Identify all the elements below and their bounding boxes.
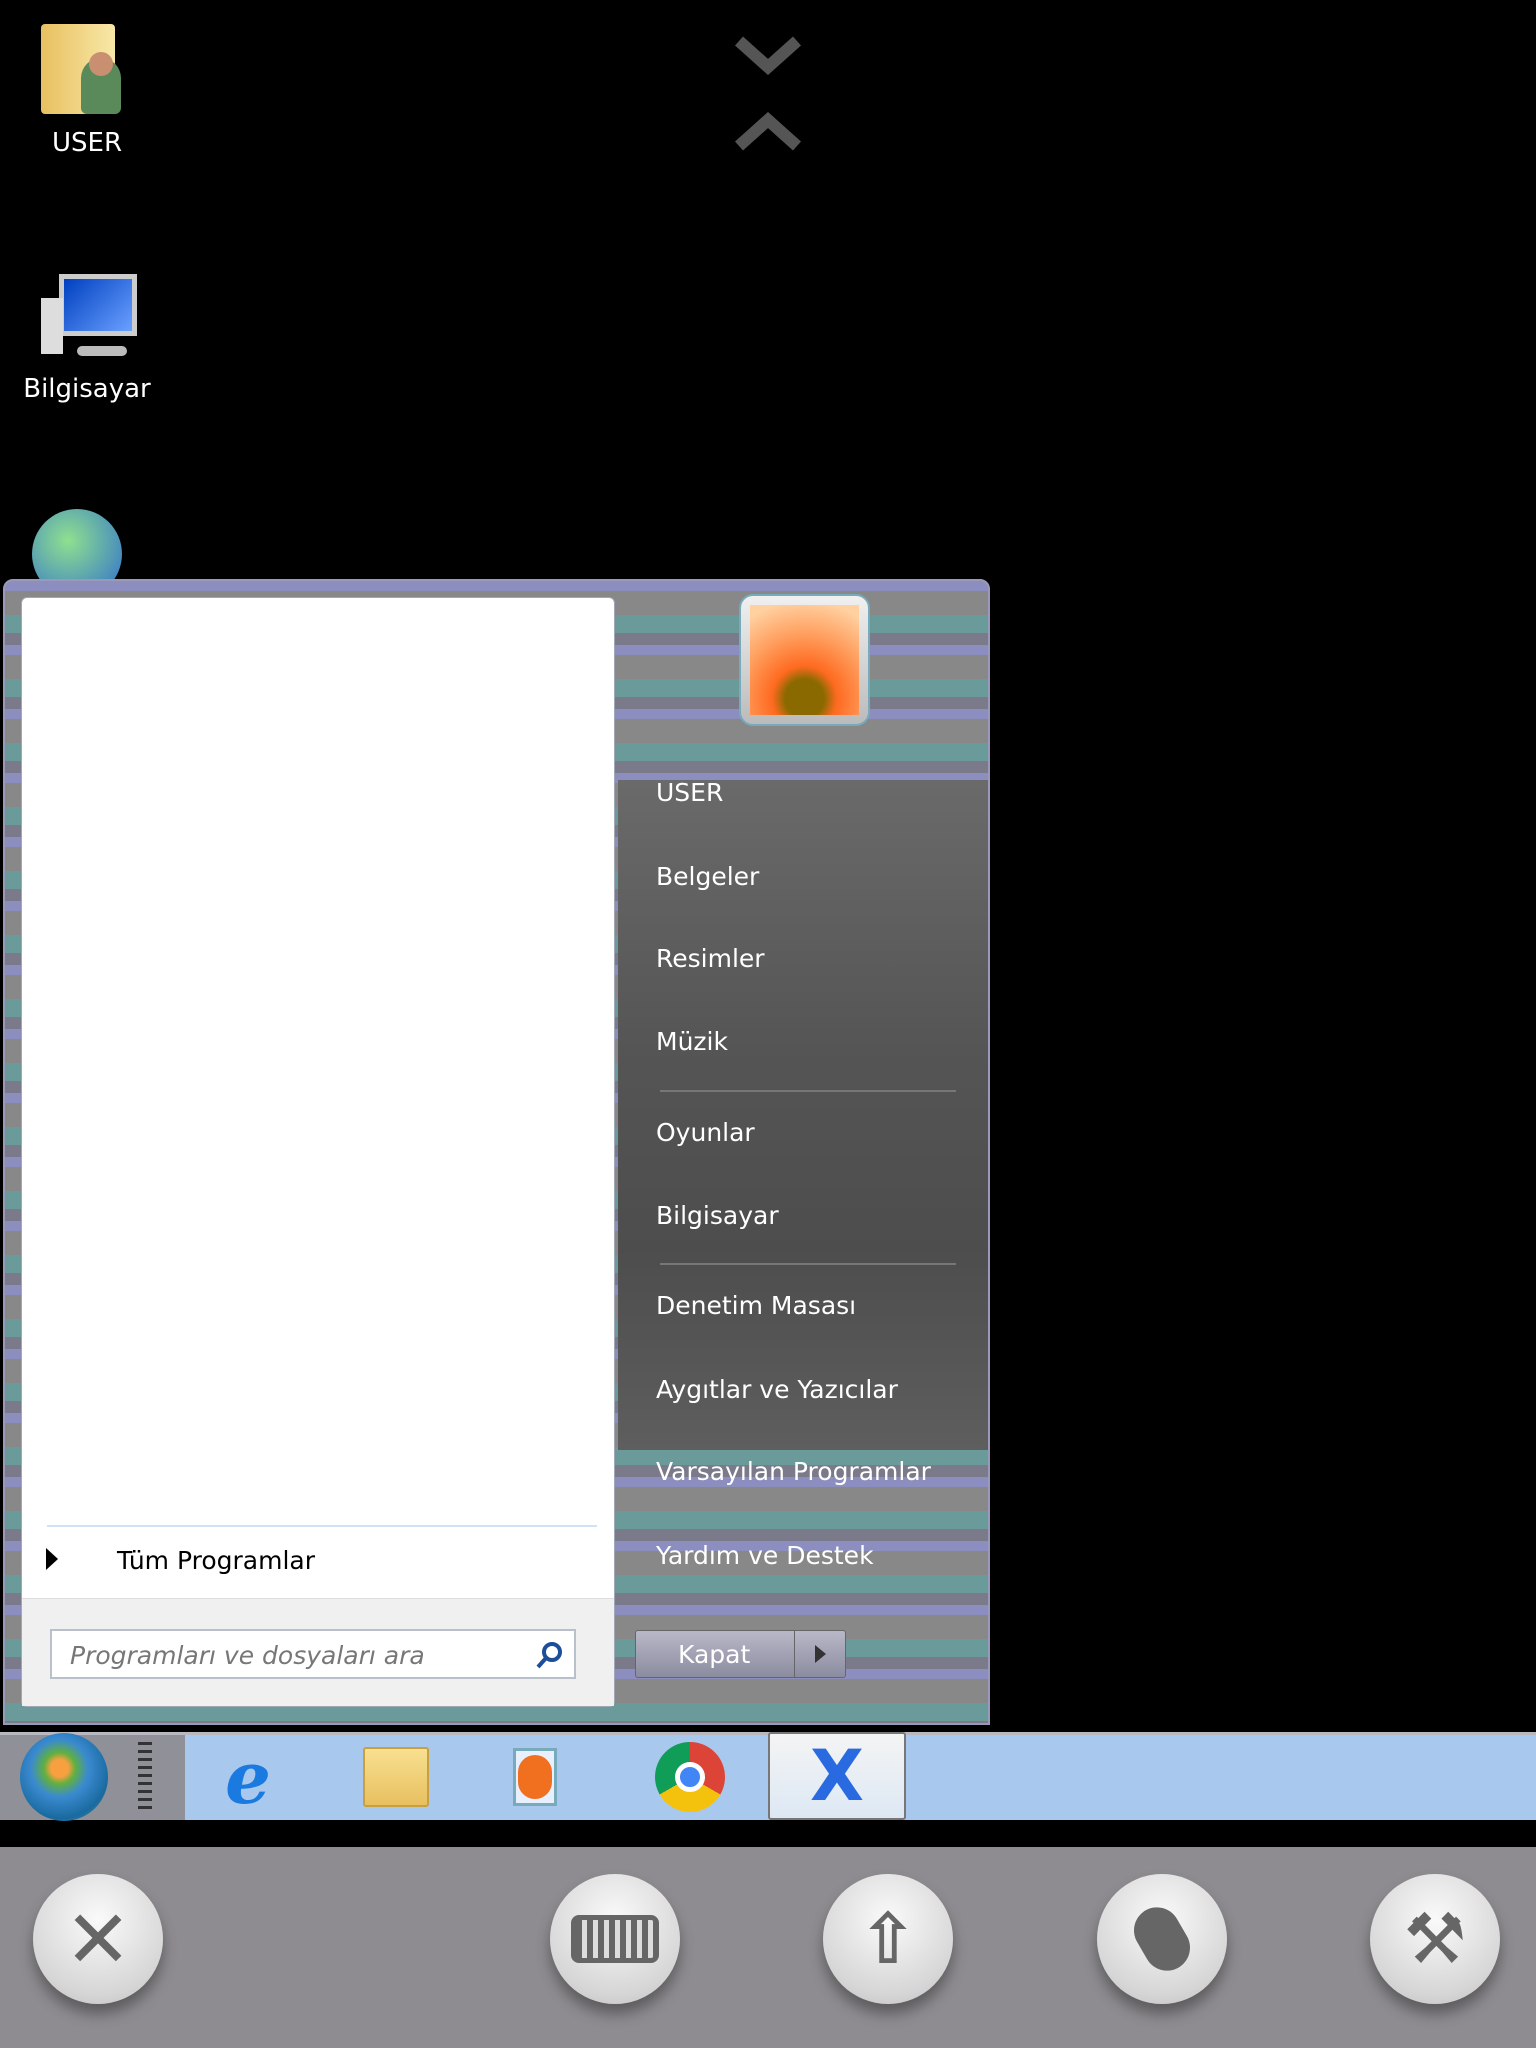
- keyboard-button[interactable]: [550, 1874, 680, 2004]
- menu-item-computer[interactable]: Bilgisayar: [656, 1201, 779, 1230]
- chrome-icon[interactable]: [651, 1742, 729, 1812]
- start-button[interactable]: [20, 1733, 108, 1821]
- remote-app-icon[interactable]: X: [768, 1732, 906, 1820]
- separator: [660, 1263, 956, 1265]
- desktop-icon-computer[interactable]: Bilgisayar: [12, 270, 162, 404]
- tools-icon: ⚒: [1403, 1898, 1467, 1980]
- menu-item-devices-printers[interactable]: Aygıtlar ve Yazıcılar: [656, 1375, 898, 1404]
- user-avatar[interactable]: [739, 594, 870, 726]
- taskbar-grip[interactable]: [138, 1742, 152, 1812]
- menu-item-music[interactable]: Müzik: [656, 1027, 728, 1056]
- separator: [660, 1090, 956, 1092]
- start-menu-left-pane: Tüm Programlar: [21, 597, 615, 1707]
- separator: [47, 1525, 597, 1527]
- close-icon: ✕: [64, 1892, 132, 1986]
- close-button[interactable]: ✕: [33, 1874, 163, 2004]
- search-input[interactable]: Programları ve dosyaları ara: [50, 1629, 576, 1679]
- chevron-down-icon[interactable]: [735, 35, 801, 75]
- desktop-icon-user[interactable]: USER: [12, 18, 162, 158]
- all-programs-button[interactable]: Tüm Programlar: [22, 1538, 614, 1588]
- menu-item-default-programs[interactable]: Varsayılan Programlar: [656, 1457, 931, 1486]
- remote-toolbar: [0, 1847, 1536, 2048]
- menu-item-pictures[interactable]: Resimler: [656, 944, 765, 973]
- settings-button[interactable]: ⚒: [1370, 1874, 1500, 2004]
- function-key-arrow-icon: ⇧: [858, 1898, 918, 1980]
- arrow-right-icon: [815, 1645, 826, 1663]
- all-programs-label: Tüm Programlar: [117, 1546, 316, 1575]
- media-player-icon[interactable]: [496, 1742, 574, 1812]
- menu-item-documents[interactable]: Belgeler: [656, 862, 759, 891]
- mouse-button[interactable]: [1097, 1874, 1227, 2004]
- desktop-icon-label: Bilgisayar: [23, 374, 151, 404]
- menu-item-games[interactable]: Oyunlar: [656, 1118, 755, 1147]
- user-folder-icon: [37, 18, 137, 118]
- search-icon[interactable]: [534, 1640, 564, 1670]
- function-keys-button[interactable]: ⇧: [823, 1874, 953, 2004]
- windows-explorer-icon[interactable]: [357, 1742, 435, 1812]
- internet-explorer-icon[interactable]: e: [209, 1735, 287, 1820]
- mouse-icon: [1125, 1898, 1199, 1980]
- arrow-right-icon: [46, 1548, 58, 1570]
- menu-item-user[interactable]: USER: [656, 778, 723, 807]
- desktop-icon-label: USER: [51, 128, 123, 158]
- shutdown-button[interactable]: Kapat: [635, 1630, 846, 1678]
- search-placeholder: Programları ve dosyaları ara: [70, 1641, 425, 1670]
- computer-icon: [37, 270, 137, 370]
- keyboard-icon: [571, 1915, 659, 1963]
- menu-item-help-support[interactable]: Yardım ve Destek: [656, 1541, 874, 1570]
- chevron-up-icon[interactable]: [735, 112, 801, 152]
- shutdown-label: Kapat: [678, 1640, 751, 1669]
- shutdown-options-button[interactable]: [794, 1631, 846, 1677]
- menu-item-control-panel[interactable]: Denetim Masası: [656, 1291, 856, 1320]
